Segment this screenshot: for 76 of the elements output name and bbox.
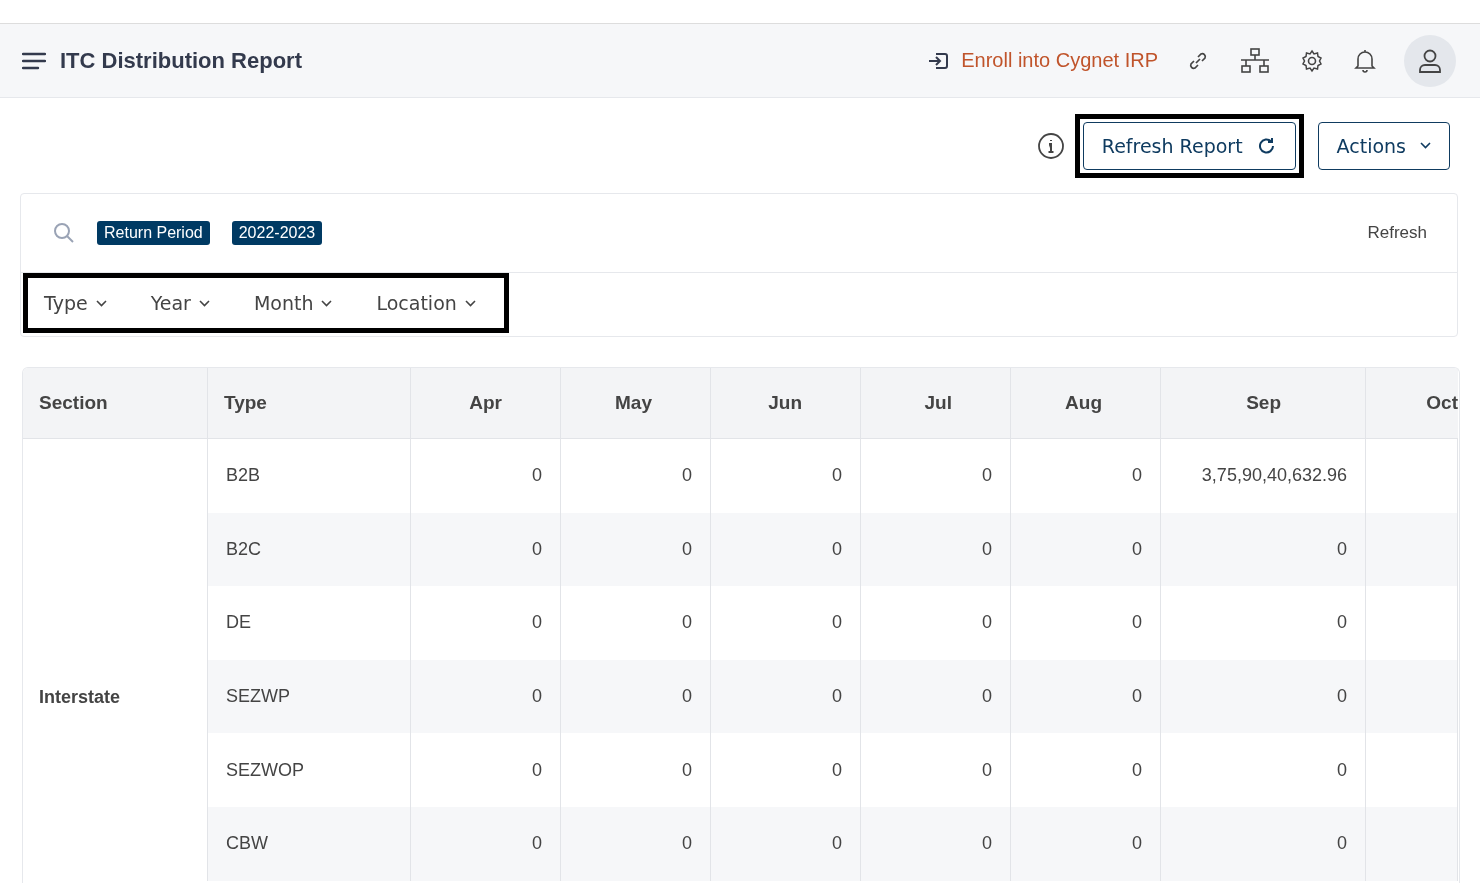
table-cell: B2B: [226, 465, 261, 487]
filter-dropdown[interactable]: Type: [28, 292, 119, 314]
table-cell: 0: [1337, 759, 1347, 781]
page-title: ITC Distribution Report: [60, 47, 302, 74]
table-cell: 0: [832, 759, 842, 781]
chevron-down-icon: [464, 299, 476, 307]
table-cell: 0: [832, 833, 842, 855]
table-cell: 0: [1132, 538, 1142, 560]
enroll-link[interactable]: Enroll into Cygnet IRP: [927, 49, 1158, 72]
filter-dropdown[interactable]: Year: [134, 292, 222, 314]
table-cell: SEZWP: [226, 686, 290, 708]
section-cell: Interstate: [39, 687, 121, 708]
table-cell: 0: [982, 686, 992, 708]
info-icon[interactable]: [1036, 131, 1065, 160]
actions-button[interactable]: Actions: [1317, 121, 1450, 170]
table-cell: 0: [1132, 759, 1142, 781]
table-cell: 0: [1337, 833, 1347, 855]
table-cell: 0: [682, 612, 692, 634]
table-cell: 0: [1337, 612, 1347, 634]
table-cell: 0: [1132, 612, 1142, 634]
filter-chip: 2022-2023: [231, 221, 323, 245]
column-header: Section: [23, 368, 208, 439]
table-cell: DE: [226, 612, 251, 634]
table-cell: 0: [982, 538, 992, 560]
chevron-down-icon: [321, 299, 333, 307]
table-cell: 0: [682, 465, 692, 487]
table-cell: 0: [1132, 686, 1142, 708]
table-cell: 0: [1132, 465, 1142, 487]
table-cell: 0: [532, 612, 542, 634]
settings-icon[interactable]: [1300, 48, 1324, 73]
table-cell: 0: [532, 686, 542, 708]
table-cell: 0: [532, 833, 542, 855]
bell-icon[interactable]: [1354, 48, 1376, 73]
refresh-link[interactable]: Refresh: [1367, 223, 1427, 243]
column-header: May: [561, 368, 711, 439]
column-header: Apr: [411, 368, 561, 439]
chevron-down-icon: [95, 299, 107, 307]
table-cell: 0: [832, 612, 842, 634]
column-header: Jun: [711, 368, 861, 439]
table-cell: B2C: [226, 538, 261, 560]
chevron-down-icon: [198, 299, 210, 307]
column-header: Sep: [1161, 368, 1366, 439]
table-cell: CBW: [226, 833, 268, 855]
table-cell: 0: [832, 538, 842, 560]
chevron-down-icon: [1420, 142, 1431, 149]
filter-chip: Return Period: [97, 221, 210, 245]
table-cell: 0: [532, 465, 542, 487]
refresh-report-button[interactable]: Refresh Report: [1082, 121, 1296, 170]
table-cell: 0: [1337, 538, 1347, 560]
table-cell: 0: [532, 759, 542, 781]
table-cell: 0: [532, 538, 542, 560]
table-cell: 0: [682, 538, 692, 560]
user-avatar[interactable]: [1404, 34, 1456, 87]
table-cell: 3,75,90,40,632.96: [1201, 465, 1347, 487]
table-cell: 0: [982, 833, 992, 855]
table-cell: 0: [682, 833, 692, 855]
table-cell: 0: [1337, 686, 1347, 708]
hierarchy-icon[interactable]: [1240, 47, 1270, 74]
table-cell: 0: [832, 465, 842, 487]
sign-in-icon: [927, 51, 950, 70]
table-cell: 0: [982, 612, 992, 634]
column-header: Jul: [861, 368, 1011, 439]
table-cell: 0: [832, 686, 842, 708]
table-cell: SEZWOP: [226, 759, 304, 781]
filter-dropdown[interactable]: Month: [237, 292, 345, 314]
table-cell: 0: [1132, 833, 1142, 855]
refresh-icon: [1256, 135, 1277, 156]
table-cell: 0: [682, 686, 692, 708]
column-header: Aug: [1011, 368, 1161, 439]
column-header: Oct: [1366, 368, 1458, 439]
table-cell: 0: [682, 759, 692, 781]
table-cell: 0: [982, 759, 992, 781]
column-header: Type: [208, 368, 411, 439]
menu-icon[interactable]: [22, 51, 46, 70]
table-cell: 0: [982, 465, 992, 487]
filter-dropdown[interactable]: Location: [360, 292, 488, 314]
